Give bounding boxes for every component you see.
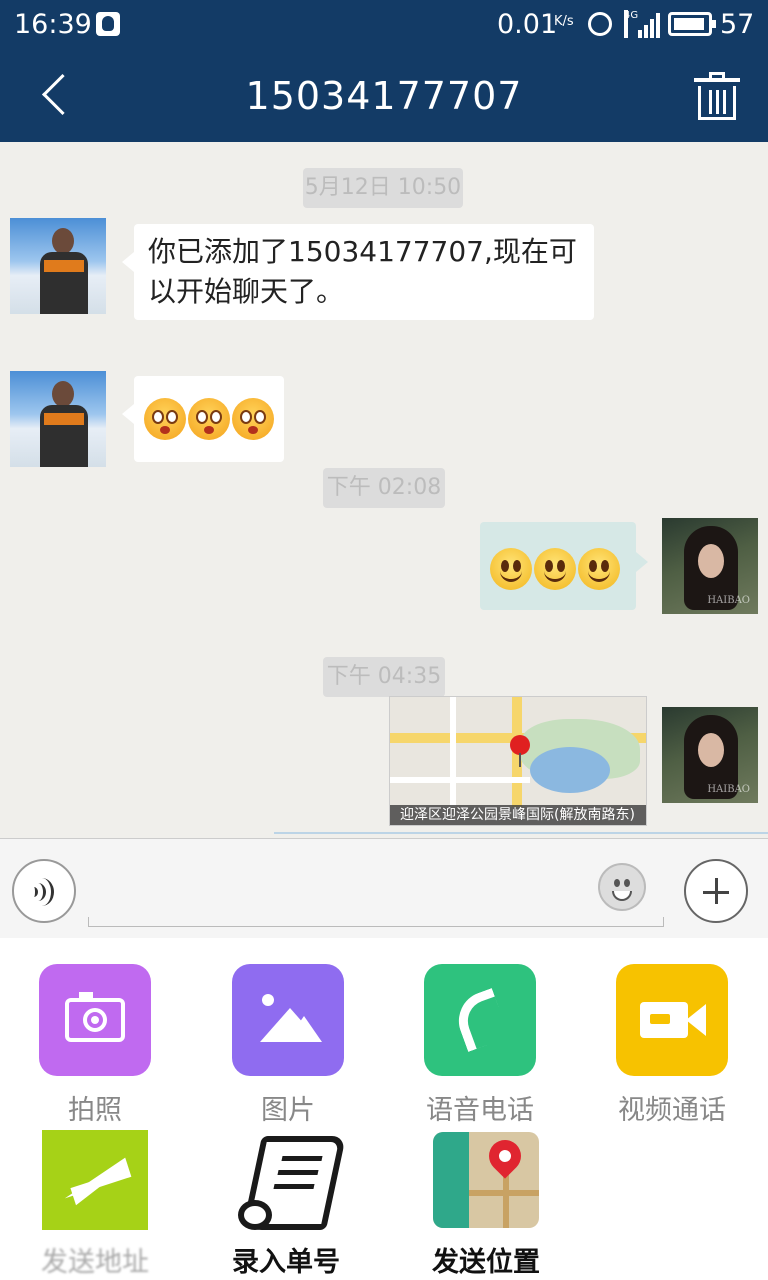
status-bar: 16:39 0.01 K/s 4G 57 xyxy=(0,0,768,50)
emoji-message[interactable] xyxy=(122,376,284,462)
shy-face-icon xyxy=(188,398,230,440)
picture-icon xyxy=(232,964,344,1076)
chat-list[interactable]: 5月12日 10:50 你已添加了15034177707,现在可以开始聊天了。 … xyxy=(0,142,768,838)
network-speed: 0.01 xyxy=(497,9,558,40)
action-label: 录入单号 xyxy=(232,1247,340,1278)
smile-face-icon xyxy=(578,548,620,590)
video-camera-icon xyxy=(616,964,728,1076)
my-avatar[interactable]: HAIBAO xyxy=(662,707,758,803)
page-title: 15034177707 xyxy=(245,74,523,118)
action-voice-call[interactable]: 语音电话 xyxy=(405,964,555,1127)
message-text: 你已添加了15034177707,现在可以开始聊天了。 xyxy=(148,235,577,308)
map-pin-icon xyxy=(510,735,530,767)
action-label: 发送位置 xyxy=(432,1247,540,1278)
action-label: 语音电话 xyxy=(426,1095,534,1126)
receipt-icon xyxy=(230,1130,346,1230)
contact-avatar[interactable] xyxy=(10,371,106,467)
action-picture[interactable]: 图片 xyxy=(213,964,363,1127)
action-send-location[interactable]: 发送位置 xyxy=(411,1130,561,1279)
contact-avatar[interactable] xyxy=(10,218,106,314)
shy-face-icon xyxy=(144,398,186,440)
camera-icon xyxy=(39,964,151,1076)
voice-input-button[interactable] xyxy=(12,859,76,923)
timestamp: 下午 02:08 xyxy=(323,468,445,508)
battery-level: 57 xyxy=(720,9,755,40)
action-panel: 拍照 图片 语音电话 视频通话 发送地址 录入单号 发送位置 xyxy=(0,938,768,1280)
emoji-message[interactable] xyxy=(480,522,648,610)
more-button[interactable] xyxy=(684,859,748,923)
battery-icon xyxy=(668,12,716,36)
smile-face-icon xyxy=(490,548,532,590)
action-video-call[interactable]: 视频通话 xyxy=(597,964,747,1127)
smile-face-icon xyxy=(534,548,576,590)
action-take-photo[interactable]: 拍照 xyxy=(20,964,170,1127)
network-type: 4G xyxy=(624,10,638,38)
phone-icon xyxy=(424,964,536,1076)
shy-face-icon xyxy=(232,398,274,440)
timestamp: 下午 04:35 xyxy=(323,657,445,697)
action-label: 发送地址 xyxy=(41,1247,149,1278)
paper-plane-icon xyxy=(42,1130,148,1230)
my-avatar[interactable]: HAIBAO xyxy=(662,518,758,614)
action-label: 拍照 xyxy=(68,1095,122,1126)
emoji-face-icon xyxy=(614,879,620,887)
input-underline xyxy=(88,917,664,927)
delete-button[interactable] xyxy=(692,70,744,124)
map-pin-book-icon xyxy=(431,1130,541,1230)
progress-line xyxy=(274,832,768,834)
location-message[interactable]: 迎泽区迎泽公园景峰国际(解放南路东) xyxy=(389,696,647,826)
timestamp: 5月12日 10:50 xyxy=(303,168,463,208)
message-bubble[interactable]: 你已添加了15034177707,现在可以开始聊天了。 xyxy=(122,224,594,320)
action-label: 图片 xyxy=(261,1095,315,1126)
alarm-icon xyxy=(588,12,612,36)
signal-icon: 4G xyxy=(624,10,660,38)
header-bar: 15034177707 xyxy=(0,50,768,142)
emoji-button[interactable] xyxy=(598,863,646,911)
qq-notification-icon xyxy=(96,12,120,36)
action-label: 视频通话 xyxy=(618,1095,726,1126)
status-time: 16:39 xyxy=(14,9,92,40)
input-bar xyxy=(0,838,768,938)
action-enter-tracking-number[interactable]: 录入单号 xyxy=(211,1130,361,1279)
location-caption: 迎泽区迎泽公园景峰国际(解放南路东) xyxy=(390,805,646,825)
network-speed-unit: K/s xyxy=(554,14,574,29)
action-send-address[interactable]: 发送地址 xyxy=(20,1130,170,1279)
